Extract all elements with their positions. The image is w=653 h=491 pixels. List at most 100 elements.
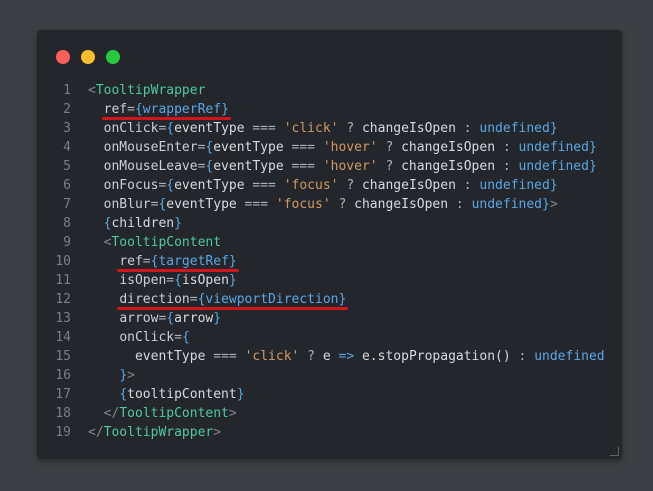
- code-token: eventType: [174, 178, 245, 193]
- code-token: ===: [244, 121, 284, 136]
- code-line: 6 onFocus={eventType === 'focus' ? chang…: [37, 176, 622, 195]
- code-token: isOpen: [119, 273, 167, 288]
- code-token: changeIsOpen: [354, 197, 449, 212]
- code-line: 3 onClick={eventType === 'click' ? chang…: [37, 119, 622, 138]
- line-number: 13: [55, 311, 71, 326]
- code-text: ref={targetRef}: [88, 252, 239, 272]
- code-text: direction={viewportDirection}: [88, 290, 348, 310]
- code-token: changeIsOpen: [401, 159, 496, 174]
- code-token: 'hover': [322, 140, 378, 155]
- line-number: 3: [63, 121, 71, 136]
- code-token: }: [228, 273, 237, 288]
- code-token: onClick: [103, 121, 159, 136]
- code-token: eventType: [166, 197, 237, 212]
- code-token: ref: [103, 102, 128, 117]
- code-text: onClick={: [88, 328, 190, 347]
- code-token: }: [228, 254, 237, 269]
- code-token: 'click': [244, 349, 300, 364]
- code-text: arrow={arrow}: [88, 309, 221, 328]
- line-number: 11: [55, 273, 71, 288]
- code-token: ===: [236, 197, 276, 212]
- code-line: 19 </TooltipWrapper>: [37, 423, 622, 442]
- code-text: onFocus={eventType === 'focus' ? changeI…: [88, 176, 558, 195]
- maximize-dot-icon[interactable]: [106, 50, 120, 64]
- code-token: 'focus': [283, 178, 339, 193]
- code-token: 'hover': [322, 159, 378, 174]
- code-line: 7 onBlur={eventType === 'focus' ? change…: [37, 195, 622, 214]
- line-number: 4: [63, 140, 71, 155]
- code-token: 'focus': [275, 197, 331, 212]
- code-token: TooltipWrapper: [95, 83, 206, 98]
- code-token: =: [142, 254, 151, 269]
- line-number: 15: [55, 349, 71, 364]
- code-text: isOpen={isOpen}: [88, 271, 237, 290]
- code-token: :: [495, 159, 519, 174]
- code-text: eventType === 'click' ? e => e.stopPropa…: [88, 347, 605, 366]
- code-token: }: [213, 311, 222, 326]
- line-number: 1: [63, 83, 71, 98]
- code-text: onBlur={eventType === 'focus' ? changeIs…: [88, 195, 558, 214]
- code-token: ===: [283, 159, 323, 174]
- code-token: arrow: [174, 311, 214, 326]
- code-line: 8 {children}: [37, 214, 622, 233]
- code-token: >: [549, 197, 558, 212]
- line-number: 7: [63, 197, 71, 212]
- code-token: onClick: [119, 330, 175, 345]
- code-line: 2 ref={wrapperRef}: [37, 100, 622, 120]
- code-text: onClick={eventType === 'click' ? changeI…: [88, 119, 558, 138]
- code-line: 1 <TooltipWrapper: [37, 81, 622, 100]
- code-line: 14 onClick={: [37, 328, 622, 347]
- code-token: ?: [338, 121, 362, 136]
- code-token: children: [111, 216, 175, 231]
- code-token: TooltipContent: [119, 406, 229, 421]
- code-token: onFocus: [103, 178, 159, 193]
- code-line: 12 direction={viewportDirection}: [37, 290, 622, 310]
- code-text: <TooltipWrapper: [88, 81, 205, 100]
- code-token: {: [181, 330, 190, 345]
- code-line: 13 arrow={arrow}: [37, 309, 622, 328]
- line-number: 19: [55, 425, 71, 440]
- code-token: >: [127, 368, 135, 383]
- line-number: 5: [63, 159, 71, 174]
- code-token: =: [174, 330, 182, 345]
- window-controls: [56, 50, 120, 64]
- code-token: :: [495, 140, 519, 155]
- code-line: 10 ref={targetRef}: [37, 252, 622, 272]
- code-token: ?: [377, 140, 402, 155]
- code-token: :: [448, 197, 472, 212]
- code-line: 16 }>: [37, 366, 622, 385]
- code-token: wrapperRef: [142, 102, 222, 117]
- code-token: viewportDirection: [205, 292, 339, 307]
- code-token: }: [588, 140, 597, 155]
- code-token: changeIsOpen: [401, 140, 496, 155]
- close-dot-icon[interactable]: [56, 50, 70, 64]
- code-line: 15 eventType === 'click' ? e => e.stopPr…: [37, 347, 622, 366]
- code-token: }: [549, 178, 558, 193]
- resize-handle-icon[interactable]: [610, 447, 619, 456]
- code-token: undefined: [479, 178, 550, 193]
- code-token: }: [338, 292, 347, 307]
- code-token: }: [236, 387, 245, 402]
- code-token: >: [228, 406, 237, 421]
- code-token: :: [510, 349, 535, 364]
- code-token: }: [174, 216, 182, 231]
- code-token: undefined: [518, 140, 589, 155]
- code-token: onMouseLeave: [103, 159, 198, 174]
- code-token: =: [166, 273, 175, 288]
- code-token: {: [166, 311, 175, 326]
- code-text: </TooltipWrapper>: [88, 423, 221, 442]
- minimize-dot-icon[interactable]: [81, 50, 95, 64]
- code-token: undefined: [534, 349, 605, 364]
- code-token: eventType: [134, 349, 206, 364]
- code-token: ===: [244, 178, 284, 193]
- code-token: }: [549, 121, 558, 136]
- code-token: ?: [330, 197, 355, 212]
- code-token: =>: [330, 349, 362, 364]
- line-number: 16: [55, 368, 71, 383]
